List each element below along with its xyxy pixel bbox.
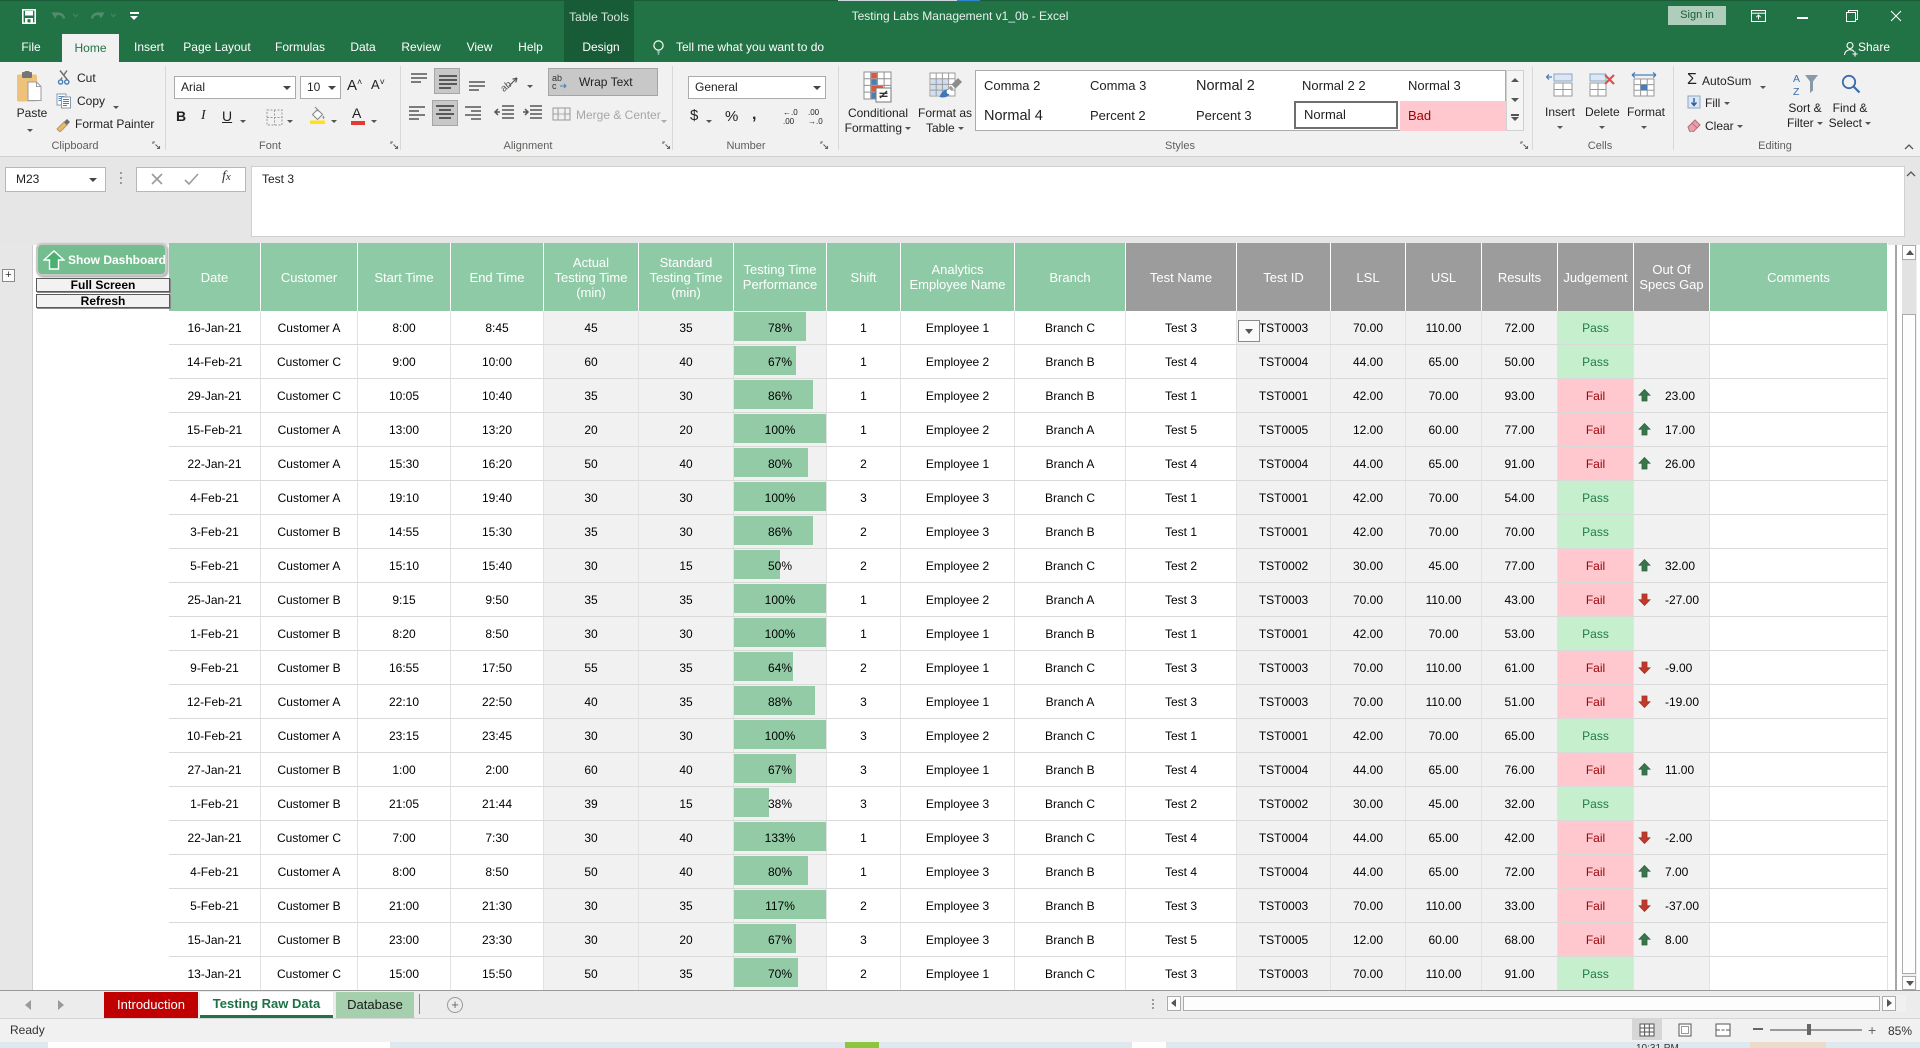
svg-text:c: c	[552, 81, 557, 91]
svg-text:Z: Z	[1793, 86, 1800, 98]
svg-text:.00: .00	[808, 108, 820, 117]
svg-text:ab: ab	[499, 79, 515, 94]
svg-text:A: A	[1793, 73, 1800, 85]
svg-text:←.0: ←.0	[783, 108, 798, 117]
svg-text:→.0: →.0	[808, 117, 823, 126]
svg-text:.00: .00	[783, 117, 795, 126]
